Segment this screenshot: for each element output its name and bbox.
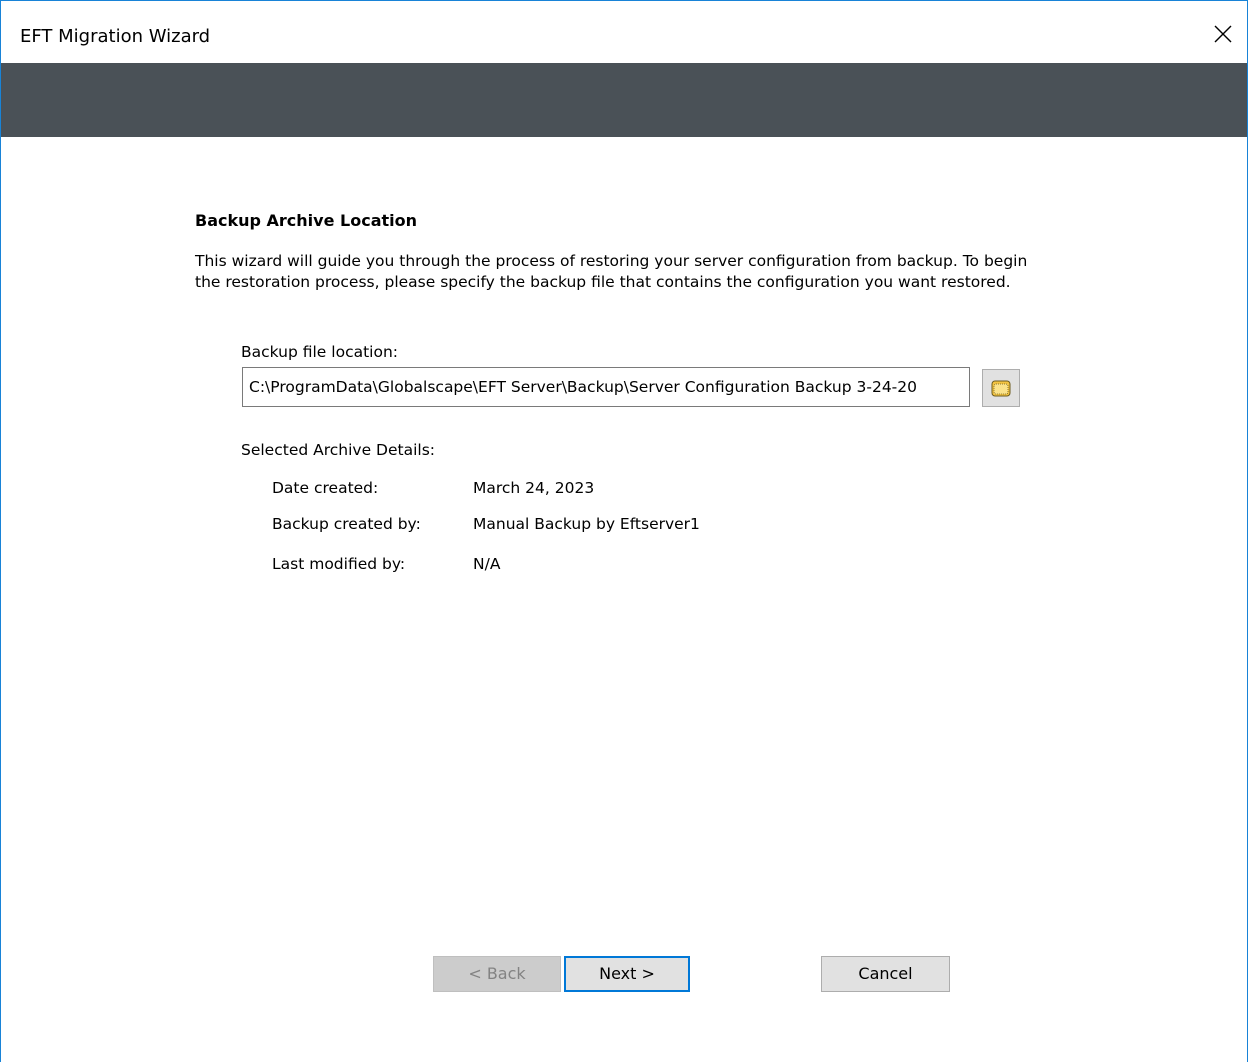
folder-icon [991, 380, 1011, 397]
created-by-label: Backup created by: [272, 515, 421, 533]
page-heading: Backup Archive Location [195, 211, 417, 230]
back-button[interactable]: < Back [433, 956, 561, 992]
title-bar: EFT Migration Wizard [1, 1, 1247, 63]
header-banner [1, 63, 1247, 137]
next-button[interactable]: Next > [564, 956, 690, 992]
close-icon [1214, 25, 1232, 43]
modified-by-value: N/A [473, 555, 501, 573]
file-location-label: Backup file location: [241, 343, 398, 361]
cancel-button[interactable]: Cancel [821, 956, 950, 992]
window-title: EFT Migration Wizard [20, 26, 211, 47]
wizard-window: EFT Migration Wizard Backup Archive Loca… [0, 0, 1248, 1062]
browse-button[interactable] [982, 369, 1020, 407]
modified-by-label: Last modified by: [272, 555, 406, 573]
date-created-label: Date created: [272, 479, 379, 497]
date-created-value: March 24, 2023 [473, 479, 595, 497]
intro-text: This wizard will guide you through the p… [195, 252, 1028, 291]
file-location-input[interactable]: C:\ProgramData\Globalscape\EFT Server\Ba… [242, 367, 970, 407]
archive-details-label: Selected Archive Details: [241, 441, 435, 459]
created-by-value: Manual Backup by Eftserver1 [473, 515, 700, 533]
close-button[interactable] [1201, 11, 1247, 57]
